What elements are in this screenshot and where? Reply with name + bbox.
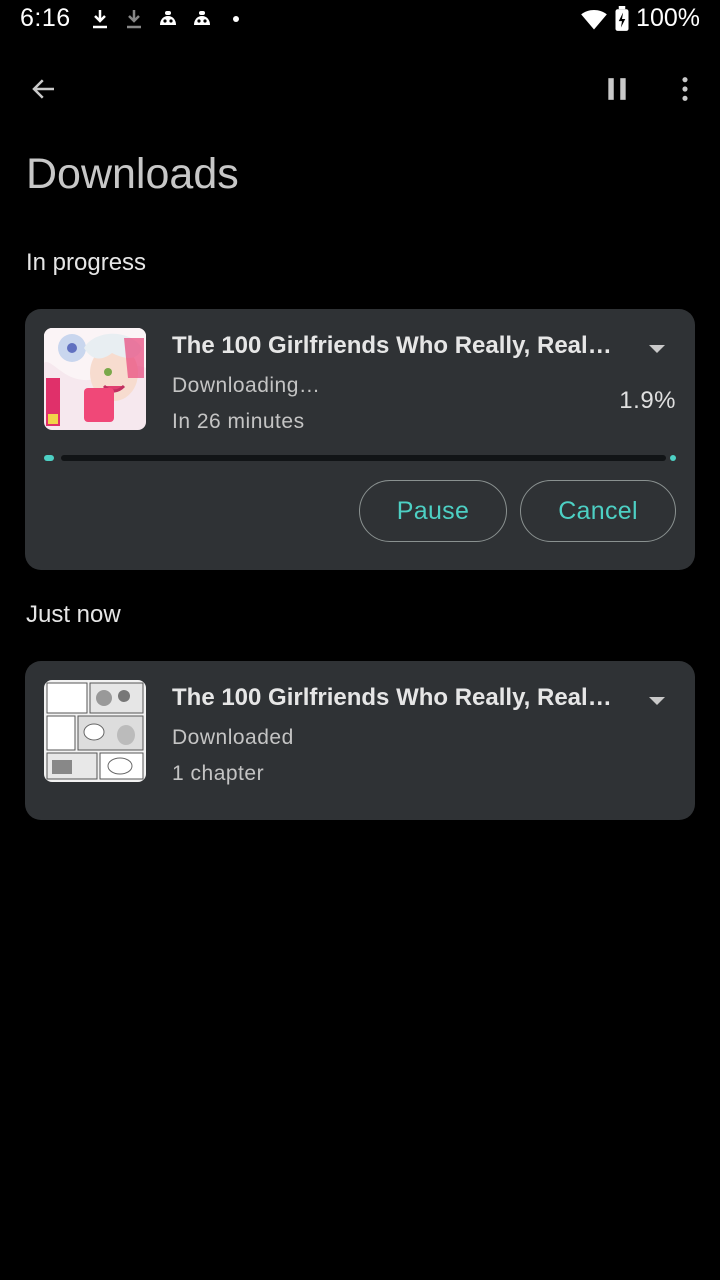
app-bar	[0, 58, 720, 120]
pause-icon	[608, 78, 626, 100]
manga-title: The 100 Girlfriends Who Really, Reall…	[172, 684, 612, 711]
arrow-left-icon	[32, 79, 54, 99]
more-vertical-icon	[682, 77, 688, 101]
chevron-down-icon	[649, 697, 665, 705]
progress-stop-indicator	[670, 455, 676, 461]
more-options-button[interactable]	[661, 65, 709, 113]
status-time: 6:16	[20, 4, 71, 32]
download-percent: 1.9%	[619, 387, 676, 414]
back-button[interactable]	[20, 65, 68, 113]
battery-icon	[615, 5, 629, 31]
download-eta: In 26 minutes	[172, 410, 305, 433]
battery-percent: 100%	[636, 4, 700, 32]
pause-button[interactable]: Pause	[359, 480, 507, 542]
chevron-down-icon	[649, 345, 665, 353]
expand-button[interactable]	[635, 327, 679, 371]
pause-all-button[interactable]	[593, 65, 641, 113]
manga-title: The 100 Girlfriends Who Really, Reall…	[172, 332, 612, 359]
game-controller-icon	[160, 11, 176, 25]
game-controller-icon	[194, 11, 210, 25]
section-label-just-now: Just now	[26, 601, 121, 628]
download-icon	[127, 10, 141, 29]
dot-icon	[233, 16, 239, 22]
download-progress-bar	[44, 455, 676, 461]
section-label-in-progress: In progress	[26, 249, 147, 276]
progress-track	[61, 455, 666, 461]
expand-button[interactable]	[635, 679, 679, 723]
manga-page-thumbnail	[44, 680, 146, 782]
download-status: Downloading…	[172, 374, 321, 397]
manga-cover-thumbnail	[44, 328, 146, 430]
status-bar: 6:16 100%	[0, 0, 720, 40]
cancel-button[interactable]: Cancel	[520, 480, 676, 542]
download-card-in-progress[interactable]: The 100 Girlfriends Who Really, Reall… D…	[25, 309, 695, 570]
wifi-icon	[581, 9, 607, 29]
download-card-completed[interactable]: The 100 Girlfriends Who Really, Reall… D…	[25, 661, 695, 820]
chapter-count: 1 chapter	[172, 762, 265, 785]
progress-indicator	[44, 455, 54, 461]
download-status: Downloaded	[172, 726, 294, 749]
download-icon	[93, 10, 107, 29]
page-title: Downloads	[26, 150, 239, 198]
